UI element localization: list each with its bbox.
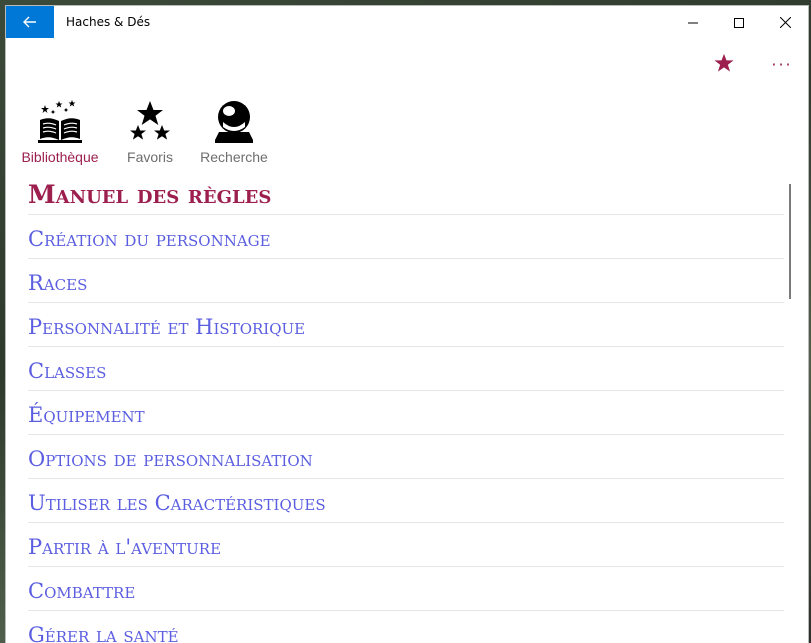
close-button[interactable] bbox=[762, 6, 808, 38]
chapter-item[interactable]: Partir à l'aventure bbox=[28, 523, 784, 567]
title-bar: Haches & Dés bbox=[6, 6, 808, 38]
chapter-item[interactable]: Classes bbox=[28, 347, 784, 391]
app-window: Haches & Dés ··· Bibliothèque Favoris Re… bbox=[6, 6, 808, 643]
maximize-button[interactable] bbox=[716, 6, 762, 38]
nav-label: Recherche bbox=[200, 149, 268, 165]
nav-bar: Bibliothèque Favoris Recherche bbox=[6, 96, 306, 168]
chapter-item[interactable]: Gérer la santé bbox=[28, 611, 784, 643]
chapter-item[interactable]: Personnalité et Historique bbox=[28, 303, 784, 347]
chapter-list: Manuel des règles Création du personnage… bbox=[28, 176, 784, 643]
minimize-icon bbox=[688, 13, 698, 32]
arrow-left-icon bbox=[23, 13, 37, 32]
crystal-ball-icon bbox=[209, 96, 259, 146]
chapter-item[interactable]: Équipement bbox=[28, 391, 784, 435]
star-icon bbox=[714, 53, 734, 76]
back-button[interactable] bbox=[6, 6, 54, 38]
minimize-button[interactable] bbox=[670, 6, 716, 38]
chapter-item[interactable]: Options de personnalisation bbox=[28, 435, 784, 479]
chapter-item[interactable]: Utiliser les Caractéristiques bbox=[28, 479, 784, 523]
nav-label: Bibliothèque bbox=[21, 149, 99, 165]
more-icon: ··· bbox=[771, 54, 793, 74]
nav-item-bibliotheque[interactable]: Bibliothèque bbox=[16, 96, 104, 165]
chapter-item[interactable]: Races bbox=[28, 259, 784, 303]
chapter-item[interactable]: Création du personnage bbox=[28, 215, 784, 259]
scrollbar[interactable] bbox=[789, 184, 791, 299]
nav-label: Favoris bbox=[127, 149, 173, 165]
close-icon bbox=[779, 13, 791, 32]
nav-item-recherche[interactable]: Recherche bbox=[194, 96, 274, 165]
book-title[interactable]: Manuel des règles bbox=[28, 176, 784, 215]
stars-icon bbox=[125, 96, 175, 146]
chapter-item[interactable]: Combattre bbox=[28, 567, 784, 611]
more-button[interactable]: ··· bbox=[768, 52, 796, 76]
nav-item-favoris[interactable]: Favoris bbox=[120, 96, 180, 165]
maximize-icon bbox=[734, 13, 744, 32]
window-title: Haches & Dés bbox=[66, 15, 151, 29]
open-book-icon bbox=[35, 96, 85, 146]
favorite-button[interactable] bbox=[712, 52, 736, 76]
